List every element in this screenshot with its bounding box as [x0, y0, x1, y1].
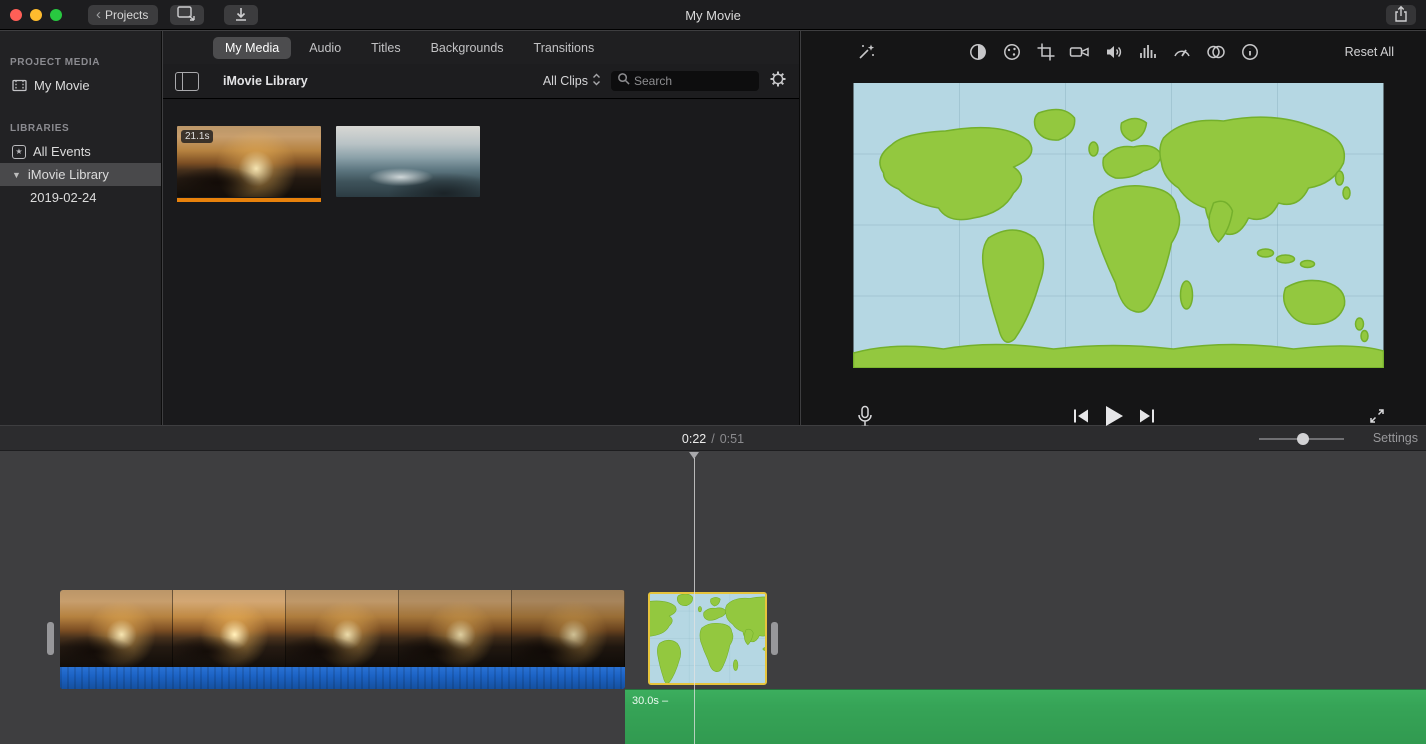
sidebar-item-label: iMovie Library	[28, 167, 109, 182]
in-use-indicator	[177, 198, 321, 202]
browser-panel-title: iMovie Library	[223, 74, 308, 88]
browser-toolbar: iMovie Library All Clips	[163, 64, 799, 99]
zoom-slider-knob[interactable]	[1297, 433, 1309, 445]
clip-duration-badge: 21.1s	[181, 130, 213, 143]
imovie-window: ‹ Projects My Movie	[0, 0, 1426, 744]
search-input[interactable]	[634, 74, 744, 88]
media-browser: My Media Audio Titles Backgrounds Transi…	[163, 31, 800, 425]
adjust-toolbar: Reset All	[801, 31, 1426, 73]
color-balance-button[interactable]	[961, 39, 995, 65]
tab-backgrounds[interactable]: Backgrounds	[419, 37, 516, 59]
event-date-label: 2019-02-24	[30, 190, 97, 205]
timeline[interactable]: 30.0s –	[0, 452, 1426, 744]
noise-reduction-button[interactable]	[1131, 39, 1165, 65]
trim-handle-right[interactable]	[771, 622, 778, 655]
sidebar-item-label: My Movie	[34, 78, 90, 93]
tab-my-media[interactable]: My Media	[213, 37, 291, 59]
share-button[interactable]	[1386, 5, 1416, 25]
clip-thumbnail-coast[interactable]	[336, 126, 480, 202]
playhead-line[interactable]	[694, 458, 695, 744]
search-filter-button[interactable]	[769, 70, 787, 93]
sidebar-item-label: All Events	[33, 144, 91, 159]
clip-audio-waveform	[60, 667, 625, 689]
timecode-display: 0:22 / 0:51	[0, 426, 1426, 451]
tab-titles[interactable]: Titles	[359, 37, 412, 59]
clip-image	[336, 126, 480, 197]
viewer-panel: Reset All	[801, 31, 1426, 425]
search-icon	[617, 72, 630, 90]
filmstrip-frame	[60, 590, 173, 667]
sidebar-item-event-date[interactable]: 2019-02-24	[0, 186, 161, 209]
tab-audio[interactable]: Audio	[297, 37, 353, 59]
sidebar-item-imovie-library[interactable]: ▼ iMovie Library	[0, 163, 161, 186]
search-field[interactable]	[611, 71, 759, 91]
filters-button[interactable]	[1199, 39, 1233, 65]
sidebar-item-my-movie[interactable]: My Movie	[0, 74, 161, 97]
film-project-icon	[12, 79, 27, 92]
libraries-header: LIBRARIES	[10, 123, 161, 134]
filmstrip-frame	[512, 590, 625, 667]
filmstrip-frame	[399, 590, 512, 667]
info-button[interactable]	[1233, 39, 1267, 65]
timeline-clip-sunset[interactable]	[60, 590, 625, 689]
speed-button[interactable]	[1165, 39, 1199, 65]
clip-thumbnail-sunset[interactable]: 21.1s	[177, 126, 321, 202]
library-sidebar: PROJECT MEDIA My Movie LIBRARIES ★ All E…	[0, 31, 162, 425]
timeline-settings-button[interactable]: Settings	[1373, 431, 1418, 445]
window-title: My Movie	[0, 0, 1426, 30]
trim-handle-left[interactable]	[47, 622, 54, 655]
share-icon	[1393, 5, 1409, 26]
timeline-zoom-slider[interactable]	[1259, 438, 1344, 440]
total-time: 0:51	[720, 432, 744, 446]
tab-transitions[interactable]: Transitions	[522, 37, 607, 59]
stabilization-button[interactable]	[1063, 39, 1097, 65]
background-music-clip[interactable]: 30.0s –	[625, 689, 1426, 744]
sidebar-toggle-button[interactable]	[175, 72, 199, 91]
reset-all-button[interactable]: Reset All	[1345, 45, 1394, 59]
filmstrip-frame	[286, 590, 399, 667]
project-media-header: PROJECT MEDIA	[10, 57, 161, 68]
crop-button[interactable]	[1029, 39, 1063, 65]
title-bar: ‹ Projects My Movie	[0, 0, 1426, 30]
filmstrip-frame	[173, 590, 286, 667]
clip-filter-label: All Clips	[543, 74, 588, 88]
clip-grid: 21.1s	[163, 99, 799, 202]
media-tab-bar: My Media Audio Titles Backgrounds Transi…	[163, 31, 799, 64]
popup-chevrons-icon	[592, 73, 601, 89]
color-correction-button[interactable]	[995, 39, 1029, 65]
timeline-header: 0:22 / 0:51 Settings	[0, 426, 1426, 451]
filmstrip	[60, 590, 625, 667]
volume-button[interactable]	[1097, 39, 1131, 65]
time-separator: /	[711, 432, 714, 446]
preview-world-map	[853, 83, 1384, 368]
disclosure-triangle-icon[interactable]: ▼	[12, 170, 21, 180]
timeline-clip-worldmap-selected[interactable]	[648, 592, 767, 685]
clip-filter-popup[interactable]: All Clips	[543, 73, 601, 89]
auto-enhance-button[interactable]	[849, 39, 883, 65]
music-clip-duration-label: 30.0s –	[625, 690, 1426, 707]
current-time: 0:22	[682, 432, 706, 446]
star-icon: ★	[12, 145, 26, 159]
sidebar-item-all-events[interactable]: ★ All Events	[0, 140, 161, 163]
